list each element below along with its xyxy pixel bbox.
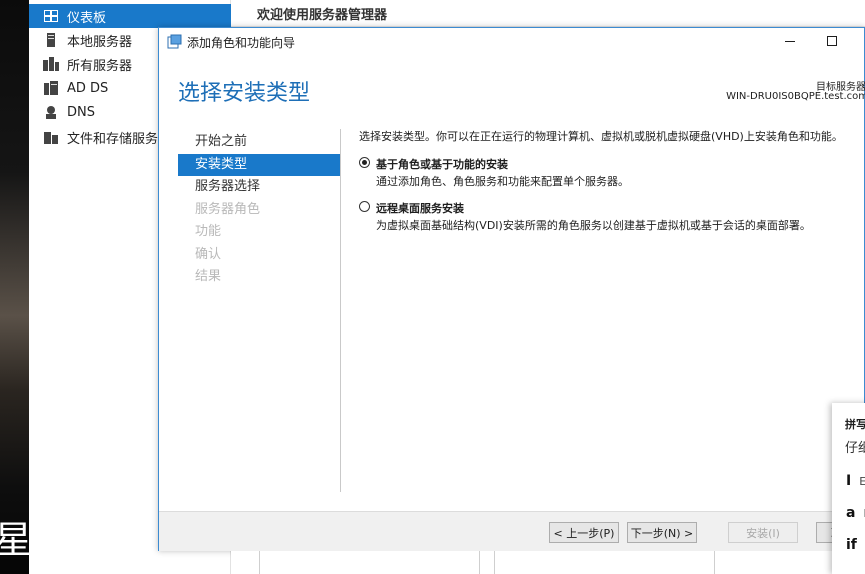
- target-server-name: WIN-DRU0IS0BQPE.test.com: [726, 91, 865, 102]
- panel-divider: [714, 551, 715, 574]
- sidebar-item-dashboard[interactable]: 仪表板: [29, 4, 231, 28]
- desktop-background: 星期: [0, 0, 29, 574]
- wizard-content: 选择安装类型。你可以在正在运行的物理计算机、虚拟机或脱机虚拟硬盘(VHD)上安装…: [359, 128, 864, 232]
- minimize-button[interactable]: [779, 30, 801, 52]
- sidebar-item-label: 仪表板: [67, 10, 107, 26]
- panel-divider: [494, 551, 495, 574]
- all-servers-icon: [43, 56, 59, 72]
- desktop-clock-text: 星期: [0, 518, 29, 562]
- install-button: 安装(I): [728, 522, 798, 543]
- step-server-selection[interactable]: 服务器选择: [178, 176, 340, 199]
- local-server-icon: [43, 32, 59, 48]
- popup-line[interactable]: aI: [846, 505, 865, 521]
- option-description: 通过添加角色、角色服务和功能来配置单个服务器。: [376, 175, 629, 188]
- window-titlebar[interactable]: 添加角色和功能向导: [159, 28, 864, 56]
- dns-icon: [43, 104, 59, 120]
- wizard-steps-nav: 开始之前 安装类型 服务器选择 服务器角色 功能 确认 结果: [178, 131, 340, 289]
- option-description: 为虚拟桌面基础结构(VDI)安装所需的角色服务以创建基于虚拟机或基于会话的桌面部…: [376, 219, 811, 232]
- sidebar-item-label: AD DS: [67, 80, 109, 96]
- panel-divider: [479, 551, 480, 574]
- popup-line[interactable]: IE: [846, 473, 865, 489]
- file-storage-icon: [43, 129, 59, 145]
- remote-desktop-radio[interactable]: [359, 201, 370, 212]
- wizard-heading: 选择安装类型: [178, 81, 311, 106]
- page-title: 欢迎使用服务器管理器: [257, 8, 388, 23]
- step-features: 功能: [195, 224, 222, 239]
- popup-title: 拼写: [845, 418, 865, 431]
- previous-button[interactable]: < 上一步(P): [549, 522, 619, 543]
- wizard-footer: < 上一步(P) 下一步(N) > 安装(I) 取: [159, 511, 865, 551]
- option-title: 远程桌面服务安装: [376, 202, 464, 215]
- background-panel: [231, 551, 832, 574]
- panel-divider: [259, 551, 260, 574]
- maximize-button[interactable]: [821, 30, 843, 52]
- popup-line[interactable]: if: [846, 537, 865, 553]
- spelling-popup: 拼写 仔细 IE aI if: [832, 403, 865, 574]
- role-based-radio[interactable]: [359, 157, 370, 168]
- window-title: 添加角色和功能向导: [187, 36, 296, 50]
- installation-type-description: 选择安装类型。你可以在正在运行的物理计算机、虚拟机或脱机虚拟硬盘(VHD)上安装…: [359, 130, 843, 143]
- dashboard-icon: [43, 8, 59, 24]
- ad-ds-icon: [43, 80, 59, 96]
- step-server-roles: 服务器角色: [195, 201, 261, 217]
- step-before-you-begin[interactable]: 开始之前: [178, 131, 340, 154]
- nav-divider: [340, 129, 341, 492]
- option-title: 基于角色或基于功能的安装: [376, 158, 508, 171]
- step-confirmation: 确认: [195, 246, 222, 262]
- next-button[interactable]: 下一步(N) >: [627, 522, 697, 543]
- add-roles-wizard-window: 添加角色和功能向导 选择安装类型 目标服务器 WIN-DRU0IS0BQPE.t…: [158, 27, 865, 551]
- sidebar-item-label: 所有服务器: [67, 58, 133, 74]
- popup-subtitle: 仔细: [845, 441, 865, 456]
- step-results: 结果: [195, 269, 222, 284]
- sidebar-item-label: 本地服务器: [67, 34, 133, 50]
- step-installation-type[interactable]: 安装类型: [178, 153, 340, 176]
- wizard-app-icon: [167, 34, 182, 49]
- dashboard-header: 欢迎使用服务器管理器: [231, 0, 865, 27]
- sidebar-item-label: 文件和存储服务: [67, 131, 159, 147]
- sidebar-item-label: DNS: [67, 104, 95, 120]
